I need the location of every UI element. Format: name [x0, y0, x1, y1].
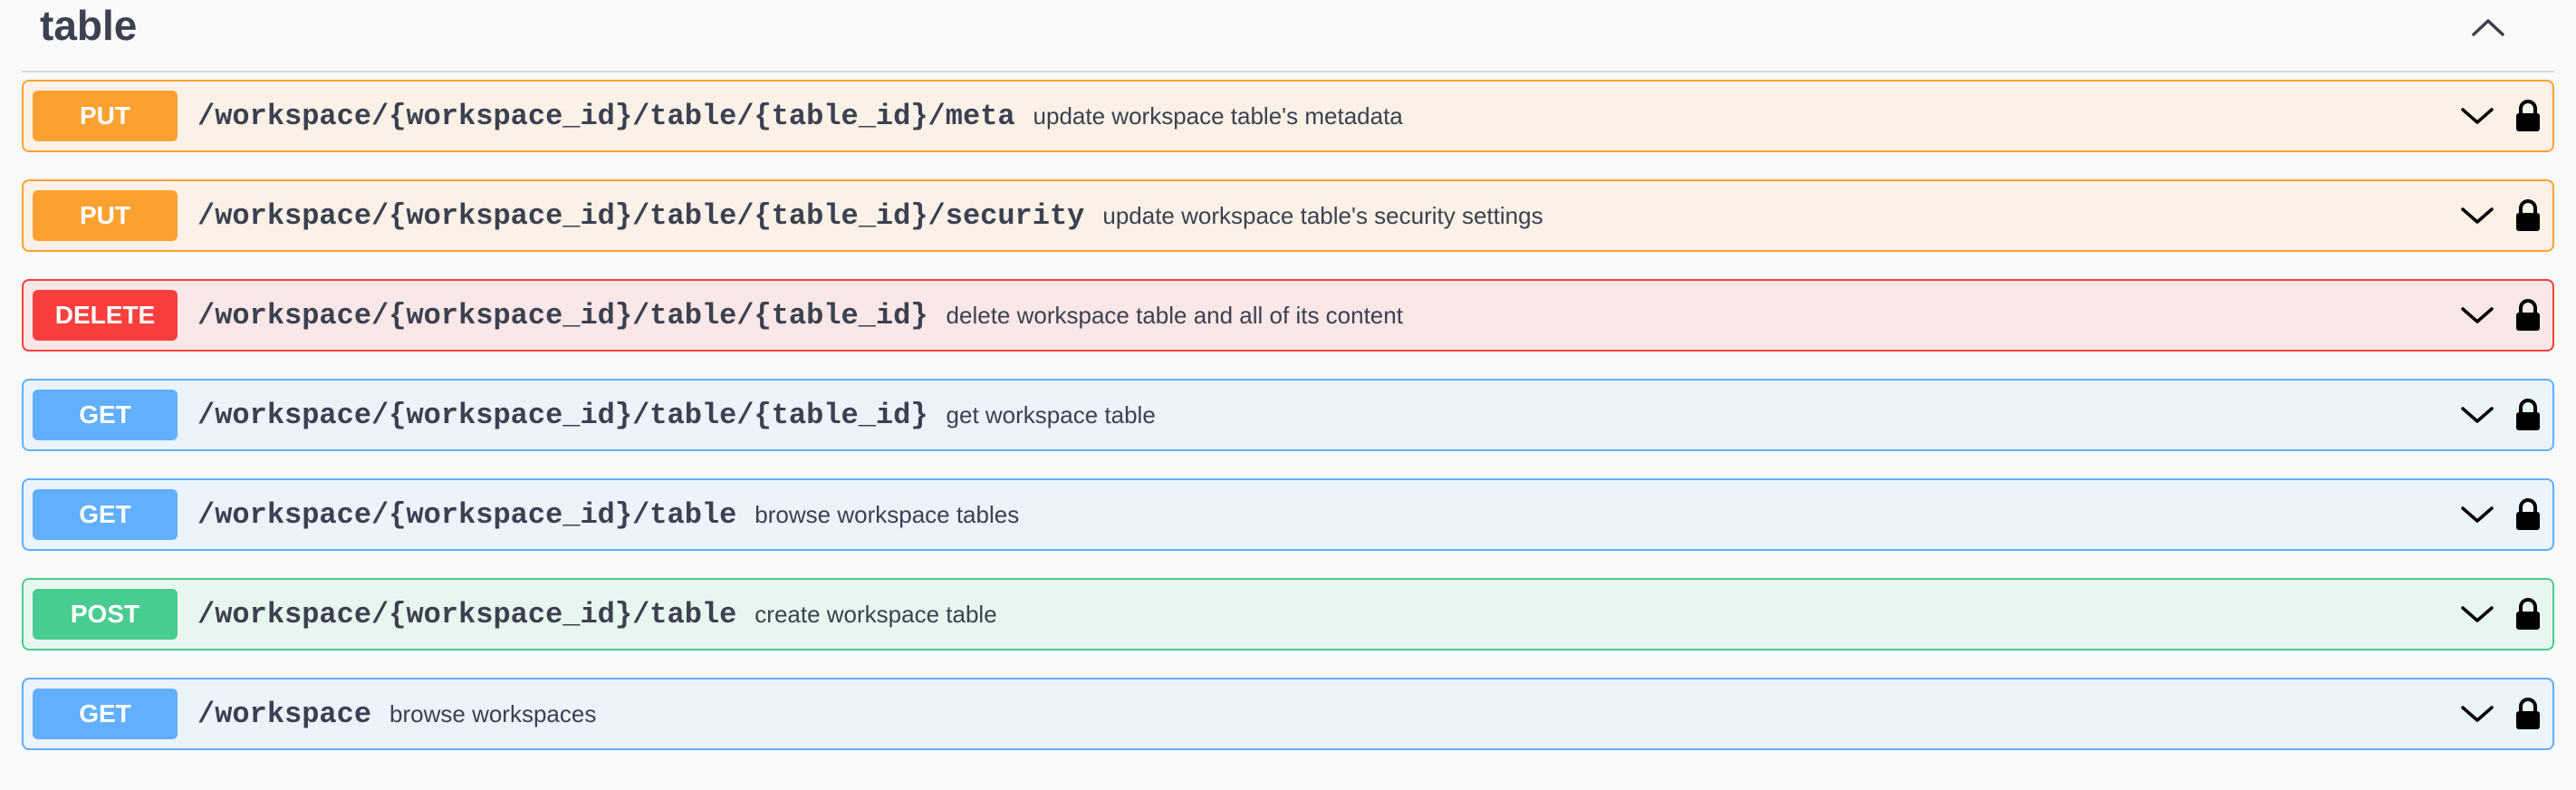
- chevron-down-icon: [2461, 108, 2494, 124]
- operation-path: /workspace: [197, 697, 372, 731]
- operation-path: /workspace/{workspace_id}/table/{table_i…: [197, 298, 928, 332]
- operation-row[interactable]: PUT /workspace/{workspace_id}/table/{tab…: [22, 179, 2554, 252]
- operation-path: /workspace/{workspace_id}/table/{table_i…: [197, 398, 928, 432]
- method-badge: GET: [33, 390, 178, 440]
- operation-path: /workspace/{workspace_id}/table/{table_i…: [197, 99, 1015, 133]
- method-badge: GET: [33, 689, 178, 739]
- operation-path: /workspace/{workspace_id}/table/{table_i…: [197, 198, 1085, 233]
- operation-row[interactable]: POST /workspace/{workspace_id}/table cre…: [22, 578, 2554, 650]
- lock-icon: [2516, 598, 2540, 630]
- operation-controls: [2460, 480, 2542, 549]
- collapse-button[interactable]: [2465, 7, 2511, 47]
- chevron-down-icon: [2461, 606, 2494, 622]
- authorize-button[interactable]: [2514, 597, 2542, 631]
- authorize-button[interactable]: [2514, 697, 2542, 731]
- chevron-down-icon: [2461, 407, 2494, 423]
- method-badge: PUT: [33, 91, 178, 141]
- expand-button[interactable]: [2460, 405, 2494, 425]
- operation-controls: [2460, 580, 2542, 649]
- operation-summary: delete workspace table and all of its co…: [946, 301, 1403, 329]
- authorize-button[interactable]: [2514, 198, 2542, 233]
- expand-button[interactable]: [2460, 305, 2494, 325]
- chevron-down-icon: [2461, 506, 2494, 523]
- chevron-down-icon: [2461, 706, 2494, 722]
- operation-controls: [2460, 281, 2542, 350]
- lock-icon: [2516, 399, 2540, 430]
- api-docs-page: table PUT /workspace/{workspace_id}/tabl…: [0, 0, 2576, 790]
- operation-summary: update workspace table's metadata: [1033, 101, 1403, 130]
- operation-summary: browse workspace tables: [755, 500, 1020, 528]
- operation-controls: [2460, 679, 2542, 748]
- operation-row[interactable]: PUT /workspace/{workspace_id}/table/{tab…: [22, 80, 2554, 152]
- expand-button[interactable]: [2460, 505, 2494, 525]
- method-badge: PUT: [33, 190, 178, 241]
- authorize-button[interactable]: [2514, 497, 2542, 532]
- operation-row[interactable]: GET /workspace/{workspace_id}/table brow…: [22, 478, 2554, 551]
- operation-row[interactable]: GET /workspace/{workspace_id}/table/{tab…: [22, 379, 2554, 451]
- lock-icon: [2516, 299, 2540, 331]
- chevron-down-icon: [2461, 207, 2494, 224]
- chevron-down-icon: [2461, 307, 2494, 323]
- expand-button[interactable]: [2460, 206, 2494, 226]
- operation-controls: [2460, 82, 2542, 150]
- expand-button[interactable]: [2460, 106, 2494, 126]
- operation-summary: update workspace table's security settin…: [1102, 201, 1543, 229]
- operation-row[interactable]: DELETE /workspace/{workspace_id}/table/{…: [22, 279, 2554, 352]
- operation-path: /workspace/{workspace_id}/table: [197, 497, 737, 532]
- operation-controls: [2460, 181, 2542, 250]
- operation-summary: create workspace table: [755, 600, 997, 628]
- method-badge: GET: [33, 489, 178, 540]
- operation-controls: [2460, 381, 2542, 449]
- authorize-button[interactable]: [2514, 298, 2542, 332]
- lock-icon: [2516, 498, 2540, 530]
- operation-summary: browse workspaces: [389, 699, 597, 727]
- tag-section-header[interactable]: table: [22, 0, 2554, 72]
- expand-button[interactable]: [2460, 704, 2494, 724]
- operations-list: PUT /workspace/{workspace_id}/table/{tab…: [22, 80, 2554, 750]
- operation-summary: get workspace table: [946, 400, 1156, 429]
- lock-icon: [2516, 100, 2540, 131]
- method-badge: DELETE: [33, 290, 178, 341]
- chevron-up-icon: [2472, 19, 2504, 36]
- section-title: table: [40, 2, 138, 49]
- lock-icon: [2516, 698, 2540, 729]
- expand-button[interactable]: [2460, 604, 2494, 624]
- operation-row[interactable]: GET /workspace browse workspaces: [22, 678, 2554, 750]
- method-badge: POST: [33, 589, 178, 640]
- authorize-button[interactable]: [2514, 398, 2542, 432]
- authorize-button[interactable]: [2514, 99, 2542, 133]
- operation-path: /workspace/{workspace_id}/table: [197, 597, 737, 631]
- lock-icon: [2516, 199, 2540, 231]
